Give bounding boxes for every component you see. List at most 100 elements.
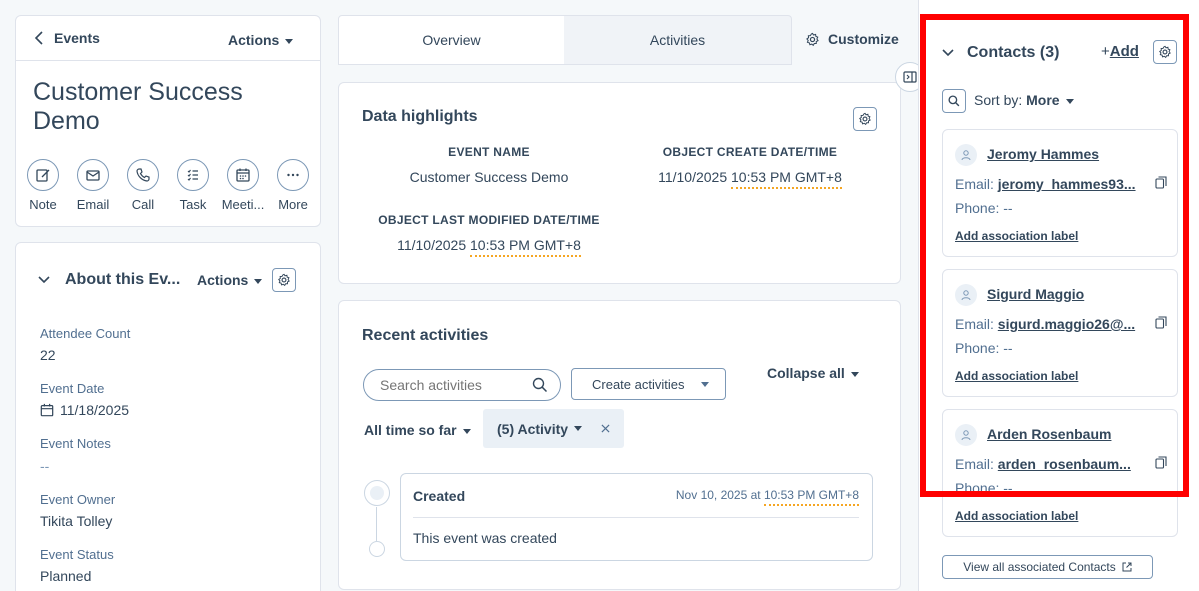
activity-search[interactable] [363, 369, 561, 401]
highlights-settings-button[interactable] [853, 107, 877, 131]
activity-filter-label: (5) Activity [497, 420, 569, 437]
divider [16, 60, 320, 61]
more-button[interactable] [277, 159, 309, 191]
meeting-button[interactable] [227, 159, 259, 191]
contacts-sort-dropdown[interactable]: Sort by: More [974, 92, 1074, 108]
view-all-contacts-button[interactable]: View all associated Contacts [942, 555, 1153, 579]
contact-email-link[interactable]: arden_rosenbaum... [998, 456, 1131, 472]
about-title: About this Ev... [65, 271, 181, 288]
contacts-section-toggle[interactable]: Contacts (3) [942, 44, 1059, 62]
customize-label: Customize [828, 31, 899, 47]
add-association-label-link[interactable]: Add association label [955, 369, 1078, 383]
call-button[interactable] [127, 159, 159, 191]
activity-entry-date-text: Nov 10, 2025 at [675, 488, 764, 502]
panel-collapse-icon [903, 71, 917, 83]
activity-entry[interactable]: Created Nov 10, 2025 at 10:53 PM GMT+8 T… [400, 473, 873, 561]
calendar-icon [236, 168, 250, 182]
record-title-line2: Demo [33, 107, 100, 135]
contacts-title: Contacts (3) [967, 44, 1060, 61]
recent-activities-card: Recent activities Create activities Coll… [338, 300, 901, 590]
create-activities-dropdown[interactable]: Create activities [571, 368, 726, 400]
add-contact-button[interactable]: +Add [1101, 43, 1139, 60]
add-association-label-link[interactable]: Add association label [955, 509, 1078, 523]
caret-down-icon [1065, 98, 1074, 104]
actions-dropdown[interactable]: Actions [228, 32, 294, 48]
activity-entry-title: Created [413, 488, 466, 504]
email-label: Email: [955, 316, 994, 332]
about-toggle[interactable]: About this Ev... [38, 271, 180, 289]
tab-activities[interactable]: Activities [564, 15, 792, 65]
contact-email: Email: jeromy_hammes93... [955, 176, 1151, 192]
add-association-label-link[interactable]: Add association label [955, 229, 1078, 243]
field-value-event-date: 11/18/2025 [40, 402, 129, 418]
create-date-text: 11/10/2025 [658, 169, 732, 185]
recent-activities-title: Recent activities [362, 327, 489, 344]
activity-entry-time[interactable]: 10:53 PM GMT+8 [763, 488, 859, 506]
note-button[interactable] [27, 159, 59, 191]
time-filter-label: All time so far [364, 422, 457, 438]
email-label: Email: [955, 456, 994, 472]
external-link-icon [1122, 562, 1132, 572]
back-button[interactable]: Events [34, 30, 100, 46]
contact-email: Email: sigurd.maggio26@... [955, 316, 1151, 332]
note-label: Note [29, 197, 57, 212]
create-time-text[interactable]: 10:53 PM GMT+8 [731, 169, 842, 189]
event-date-text: 11/18/2025 [60, 402, 130, 418]
about-actions-dropdown[interactable]: Actions [197, 272, 263, 288]
chevron-down-icon [38, 276, 50, 284]
sort-prefix: Sort by: [974, 92, 1023, 108]
avatar [955, 144, 977, 166]
contact-card: Sigurd Maggio Email: sigurd.maggio26@...… [942, 269, 1178, 397]
tab-overview[interactable]: Overview [338, 15, 565, 65]
search-icon [532, 377, 548, 393]
chevron-down-icon [942, 49, 954, 57]
copy-icon[interactable] [1155, 176, 1167, 190]
field-value-attendee-count: 22 [40, 347, 56, 363]
copy-icon[interactable] [1155, 316, 1167, 330]
gear-icon [806, 32, 819, 46]
highlight-label-event-name: EVENT NAME [448, 145, 530, 159]
field-value-event-status: Planned [40, 568, 92, 584]
record-title: Customer Success Demo [33, 78, 243, 136]
field-label-event-date: Event Date [40, 381, 105, 396]
collapse-all-dropdown[interactable]: Collapse all [767, 365, 859, 381]
highlight-label-create-date: OBJECT CREATE DATE/TIME [662, 145, 838, 159]
task-list-icon [187, 169, 198, 181]
customize-button[interactable]: Customize [805, 31, 899, 47]
contact-email-link[interactable]: jeromy_hammes93... [998, 176, 1136, 192]
call-label: Call [131, 197, 155, 212]
add-contact-label: Add [1109, 43, 1139, 60]
close-icon[interactable] [601, 424, 610, 433]
caret-down-icon [701, 382, 709, 387]
actions-label: Actions [228, 32, 280, 48]
contacts-settings-button[interactable] [1153, 40, 1177, 64]
modified-time-text[interactable]: 10:53 PM GMT+8 [470, 237, 581, 257]
contact-phone: Phone: -- [955, 480, 1013, 496]
sort-value: More [1026, 92, 1060, 108]
record-title-line1: Customer Success [33, 78, 243, 106]
contact-card: Jeromy Hammes Email: jeromy_hammes93... … [942, 129, 1178, 257]
contact-name-link[interactable]: Sigurd Maggio [987, 286, 1084, 302]
phone-label: Phone: [955, 340, 1000, 356]
highlight-value-modified-date: 11/10/2025 10:53 PM GMT+8 [359, 237, 619, 257]
activity-search-input[interactable] [380, 376, 530, 394]
activity-filter-chip[interactable]: (5) Activity [483, 409, 624, 448]
contacts-search-button[interactable] [942, 89, 966, 113]
contact-email: Email: arden_rosenbaum... [955, 456, 1151, 472]
contact-email-link[interactable]: sigurd.maggio26@... [998, 316, 1135, 332]
task-button[interactable] [177, 159, 209, 191]
about-settings-button[interactable] [272, 268, 296, 292]
contact-name-link[interactable]: Jeromy Hammes [987, 146, 1099, 162]
note-icon [36, 169, 50, 182]
meeting-label: Meeti... [221, 197, 265, 212]
contact-name-link[interactable]: Arden Rosenbaum [987, 426, 1111, 442]
divider [413, 517, 859, 518]
field-label-event-owner: Event Owner [40, 492, 116, 507]
timeline-line [376, 507, 377, 541]
email-button[interactable] [77, 159, 109, 191]
time-filter-dropdown[interactable]: All time so far [364, 422, 471, 438]
caret-down-icon [574, 426, 583, 431]
view-all-contacts-label: View all associated Contacts [963, 560, 1116, 574]
plus-icon: + [1101, 43, 1110, 60]
copy-icon[interactable] [1155, 456, 1167, 470]
